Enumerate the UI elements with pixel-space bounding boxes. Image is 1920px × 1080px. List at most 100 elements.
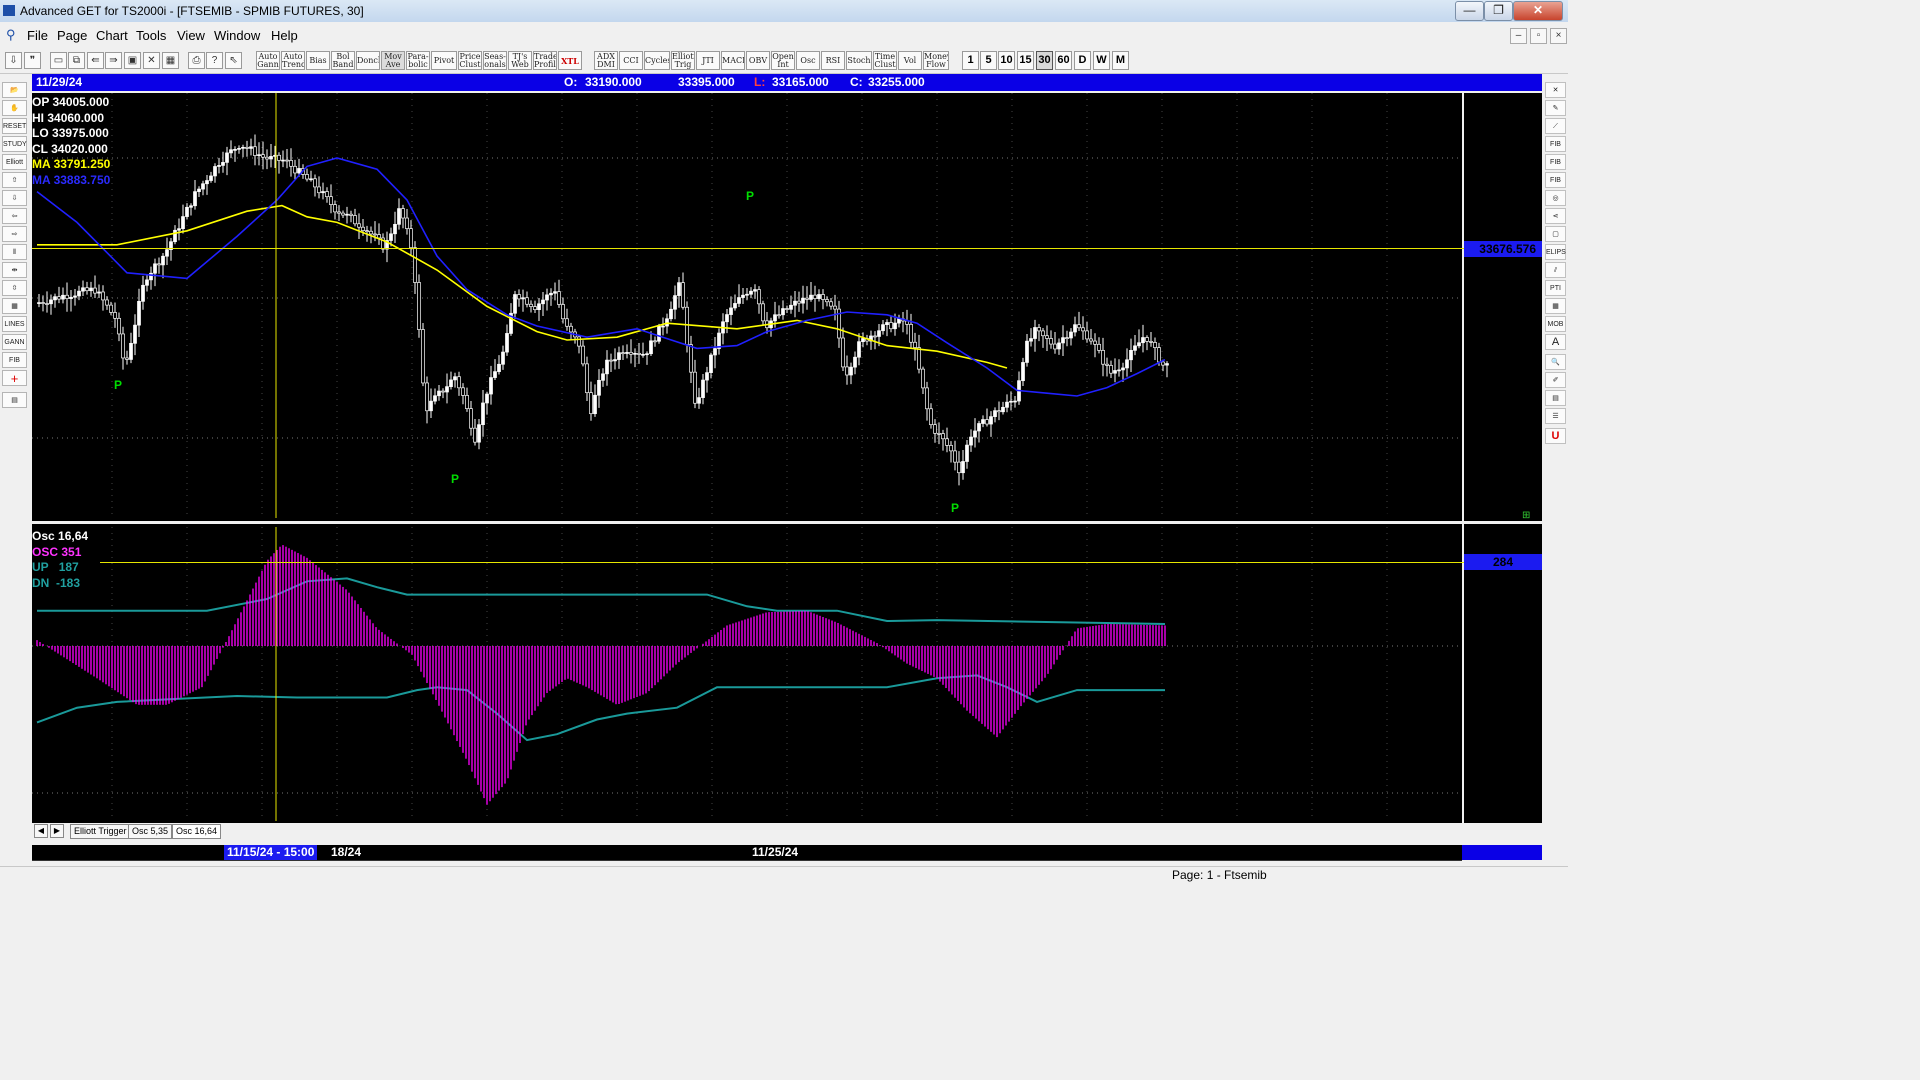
channel-icon[interactable]: ⫽ [1545,262,1566,278]
menu-tools[interactable]: Tools [136,28,166,43]
menu-window[interactable]: Window [214,28,260,43]
interval-monthly[interactable]: M [1112,51,1129,70]
mdi-minimize-button[interactable]: – [1510,28,1527,44]
paint-icon[interactable]: ✐ [1545,372,1566,388]
fib-time-button[interactable]: FIB TIME [1545,172,1566,199]
mdi-restore-button[interactable]: ▫ [1530,28,1547,44]
reset-button[interactable]: RESET [2,118,27,134]
study-button[interactable]: STUDY [2,136,27,152]
tool-stoch[interactable]: Stoch [846,51,872,70]
cancel-drawing-icon[interactable]: ✕ [1545,82,1566,98]
menu-help[interactable]: Help [271,28,298,43]
expand-vertical-icon[interactable]: ⇳ [2,280,27,296]
zoom-icon[interactable]: 🔍 [1545,354,1566,370]
lines-button[interactable]: LINES [2,316,27,332]
tool-open-int[interactable]: Open Int [771,51,795,70]
tool-bias[interactable]: Bias [306,51,330,70]
tab-elliott-trigger[interactable]: Elliott Trigger [70,824,131,839]
quote-icon[interactable]: ❞ [24,52,41,69]
expand-horizontal-icon[interactable]: ⇹ [2,262,27,278]
tool-xtl[interactable]: XTL [558,51,582,70]
tool-money-flow[interactable]: Money Flow [923,51,949,70]
chart-canvas[interactable] [32,93,1542,823]
copy-icon[interactable]: ⧉ [68,52,85,69]
window-icon[interactable]: ▣ [124,52,141,69]
interval-1[interactable]: 1 [962,51,979,70]
interval-60[interactable]: 60 [1055,51,1072,70]
ellipse-button[interactable]: ELIPS [1545,244,1566,260]
box-icon[interactable]: ▢ [1545,226,1566,242]
tool-mov-ave[interactable]: Mov Ave [381,51,405,70]
tab-osc-16-64[interactable]: Osc 16,64 [172,824,222,839]
tab-scroll-left-icon[interactable]: ◀ [34,824,48,838]
tool-pivot[interactable]: Pivot [431,51,457,70]
fib-retracement-button[interactable]: FIB RET [1545,136,1566,163]
mdi-close-button[interactable]: × [1550,28,1567,44]
fib-button[interactable]: FIB [2,352,27,368]
interval-5[interactable]: 5 [980,51,997,70]
text-tool-button[interactable]: A [1545,334,1566,350]
mob-button[interactable]: MOB [1545,316,1566,332]
hand-icon[interactable]: ✋ [2,100,27,116]
tool-adx-dmi[interactable]: ADX DMI [594,51,618,70]
tool-time-clust[interactable]: Time Clust [873,51,897,70]
tab-scroll-right-icon[interactable]: ▶ [50,824,64,838]
elliott-button[interactable]: Elliott [2,154,27,170]
tool-cycles[interactable]: Cycles [644,51,670,70]
interval-daily[interactable]: D [1074,51,1091,70]
arrow-up-icon[interactable]: ⇧ [2,172,27,188]
arrow-down-icon[interactable]: ⇩ [2,190,27,206]
pti-button[interactable]: PTI [1545,280,1566,296]
tool-vol[interactable]: Vol [898,51,922,70]
properties-icon[interactable]: ▤ [2,392,27,408]
interval-30[interactable]: 30 [1036,51,1053,70]
menu-chart[interactable]: Chart [96,28,128,43]
tool-donch[interactable]: Donch [356,51,380,70]
tab-osc-5-35[interactable]: Osc 5,35 [128,824,173,839]
tool-elliott-trig[interactable]: Elliott Trig [671,51,695,70]
interval-15[interactable]: 15 [1017,51,1034,70]
table-icon[interactable]: ▦ [1545,298,1566,314]
minimize-button[interactable]: — [1455,1,1484,21]
tool-bol-band[interactable]: Bol Band [331,51,355,70]
list-icon[interactable]: ☰ [1545,408,1566,424]
tool-tjs-web[interactable]: TJ's Web [508,51,532,70]
arrow-right-icon[interactable]: ⇨ [2,226,27,242]
time-axis[interactable]: 11/15/24 - 15:00 18/24 11/25/24 [32,845,1542,861]
gann-button[interactable]: GANN [2,334,27,350]
layout-icon[interactable]: ▤ [1545,390,1566,406]
tool-auto-gann[interactable]: Auto Gann [256,51,280,70]
tool-parabolic[interactable]: Para- bolic [406,51,430,70]
tool-rsi[interactable]: RSI [821,51,845,70]
tool-price-clust[interactable]: Price Clust [458,51,482,70]
tool-auto-trend[interactable]: Auto Trend [281,51,305,70]
bar-tool-icon[interactable]: ⫴ [2,244,27,260]
crosshair-icon[interactable]: + [2,370,27,386]
chart-area[interactable]: OP 34005.000 HI 34060.000 LO 33975.000 C… [32,93,1542,823]
fib-extension-button[interactable]: FIB EXT [1545,154,1566,181]
grid-tool-icon[interactable]: ▦ [2,298,27,314]
forward-icon[interactable]: ⇛ [105,52,122,69]
tool-trade-profile[interactable]: Trade Profile [533,51,557,70]
interval-10[interactable]: 10 [998,51,1015,70]
scale-icon[interactable]: ⊞ [1522,510,1530,521]
tool-seasonals[interactable]: Seas- onals [483,51,507,70]
spiral-icon[interactable]: ◎ [1545,190,1566,206]
fan-icon[interactable]: ⋖ [1545,208,1566,224]
context-help-icon[interactable]: ⇖ [225,52,242,69]
open-folder-icon[interactable]: 📂 [2,82,27,98]
tool-cci[interactable]: CCI [619,51,643,70]
window-title-bar[interactable]: Advanced GET for TS2000i - [FTSEMIB - SP… [0,0,1568,22]
tool-obv[interactable]: OBV [746,51,770,70]
menu-file[interactable]: File [27,28,48,43]
tool-jti[interactable]: JTI [696,51,720,70]
delete-icon[interactable]: ✕ [143,52,160,69]
new-page-icon[interactable]: ▭ [50,52,67,69]
back-icon[interactable]: ⇚ [87,52,104,69]
tool-macd[interactable]: MACD [721,51,745,70]
close-button[interactable]: ✕ [1513,1,1563,21]
grid-icon[interactable]: ▦ [162,52,179,69]
menu-view[interactable]: View [177,28,205,43]
pencil-icon[interactable]: ✎ [1545,100,1566,116]
help-icon[interactable]: ? [206,52,223,69]
